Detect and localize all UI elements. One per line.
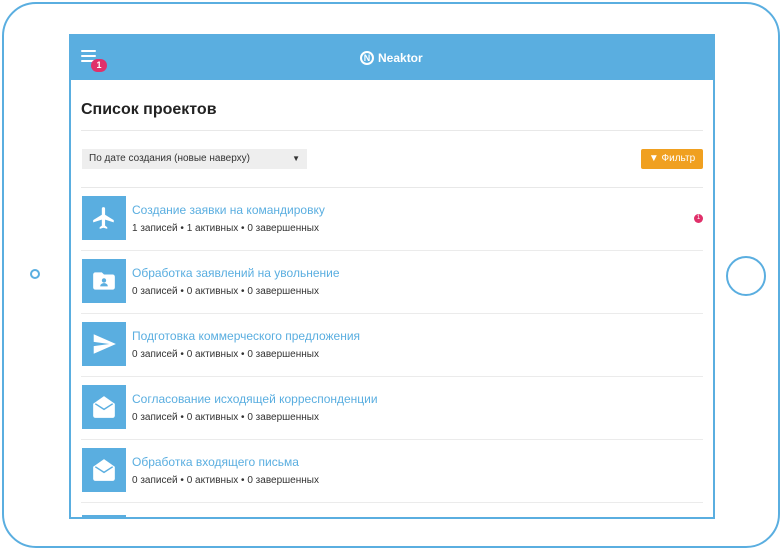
project-stats: 0 записей • 0 активных • 0 завершенных — [132, 349, 319, 360]
chevron-down-icon: ▼ — [292, 154, 300, 163]
page-title: Список проектов — [81, 101, 217, 118]
folder-user-icon — [82, 259, 126, 303]
envelope-open-icon — [82, 385, 126, 429]
project-stats: 0 записей • 0 активных • 0 завершенных — [132, 412, 319, 423]
brand[interactable]: N Neaktor — [360, 49, 423, 67]
paper-plane-icon — [82, 322, 126, 366]
project-row[interactable]: Подготовка коммерческого предложения 0 з… — [81, 314, 703, 377]
notification-badge: 1 — [91, 59, 107, 72]
project-title[interactable]: Подготовка коммерческого предложения — [132, 329, 360, 343]
project-row[interactable]: Создание заявки на командировку 1 записе… — [81, 188, 703, 251]
neaktor-logo-icon: N — [360, 51, 374, 65]
project-title[interactable]: Обработка входящего письма — [132, 455, 299, 469]
project-title[interactable]: Создание заявки на командировку — [132, 203, 325, 217]
tablet-home-button[interactable] — [726, 256, 766, 296]
hamburger-line — [81, 55, 96, 57]
airplane-icon — [82, 196, 126, 240]
project-row[interactable]: Обработка заявлений на увольнение 0 запи… — [81, 251, 703, 314]
brand-name: Neaktor — [378, 51, 423, 65]
project-title[interactable]: Согласование исходящей корреспонденции — [132, 392, 378, 406]
project-stats: 0 записей • 0 активных • 0 завершенных — [132, 286, 319, 297]
filter-button[interactable]: ▼ Фильтр — [641, 149, 703, 169]
project-title[interactable]: Обработка заявлений на увольнение — [132, 266, 340, 280]
envelope-open-icon — [82, 448, 126, 492]
app-screen: 1 N Neaktor Список проектов По дате созд… — [69, 34, 715, 519]
project-stats: 0 записей • 0 активных • 0 завершенных — [132, 475, 319, 486]
hamburger-icon — [81, 50, 96, 52]
project-stats: 1 записей • 1 активных • 0 завершенных — [132, 223, 319, 234]
project-badge: 1 — [694, 214, 703, 223]
project-row[interactable]: Обработка входящего письма 0 записей • 0… — [81, 440, 703, 503]
sort-select[interactable]: По дате создания (новые наверху) ▼ — [82, 149, 307, 169]
top-bar: 1 N Neaktor — [71, 34, 713, 80]
sort-selected-value: По дате создания (новые наверху) — [89, 153, 251, 164]
title-divider — [81, 130, 703, 131]
project-row[interactable]: Согласование исходящей корреспонденции 0… — [81, 377, 703, 440]
tablet-camera — [30, 269, 40, 279]
next-project-icon — [82, 515, 126, 517]
project-list: Создание заявки на командировку 1 записе… — [81, 188, 703, 503]
